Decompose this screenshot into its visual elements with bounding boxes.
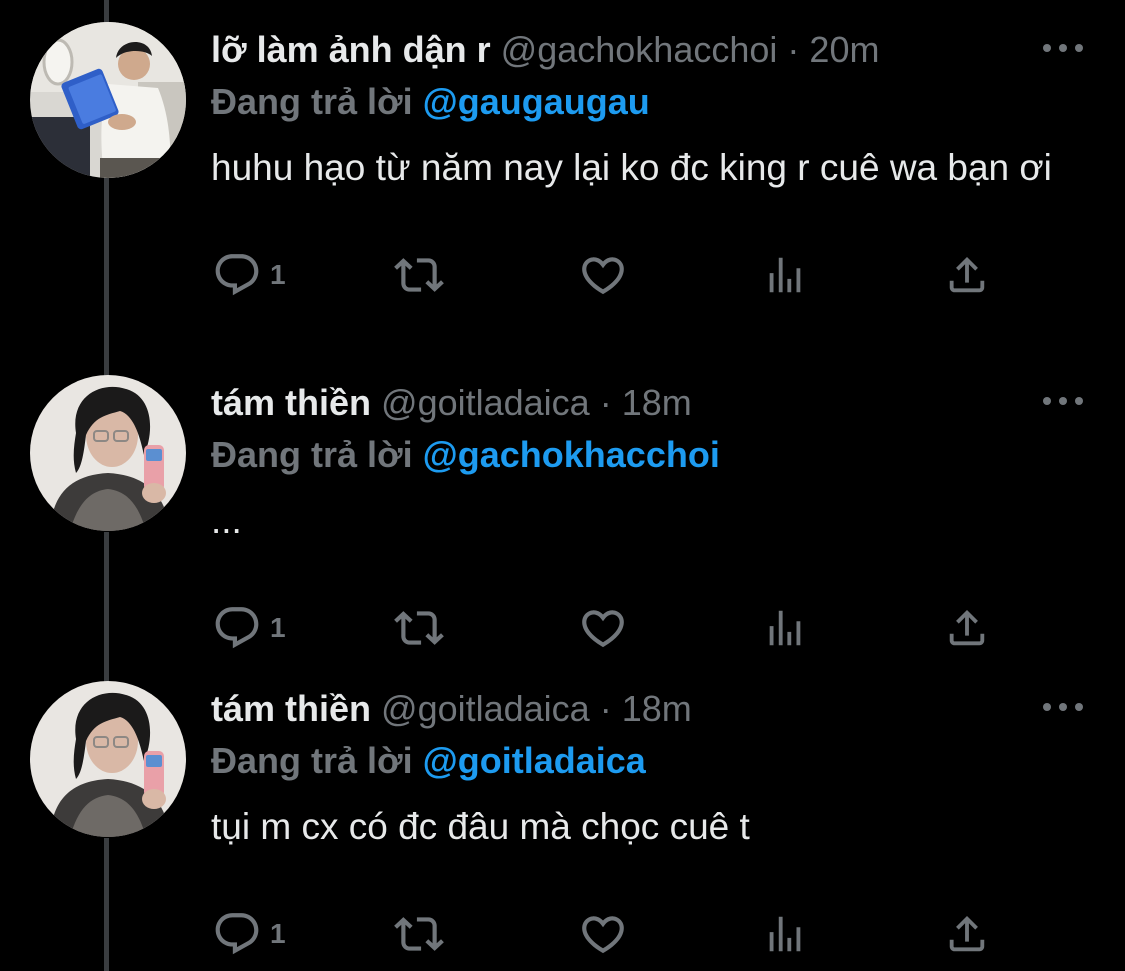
share-button[interactable]: [944, 909, 990, 959]
tweet-actions: 1: [0, 250, 1125, 300]
replying-to-user-link[interactable]: @gaugaugau: [423, 81, 650, 122]
share-icon: [949, 915, 985, 952]
analytics-button[interactable]: [762, 603, 808, 653]
share-icon: [949, 609, 985, 646]
retweet-button[interactable]: [390, 603, 448, 653]
timestamp[interactable]: 18m: [622, 382, 692, 423]
tweet-header: tám thiền @goitladaica · 18m: [211, 381, 1005, 425]
replying-to-user-link[interactable]: @goitladaica: [423, 740, 646, 781]
reply-button[interactable]: 1: [212, 250, 286, 300]
display-name[interactable]: tám thiền: [211, 382, 371, 423]
analytics-icon: [769, 916, 801, 952]
share-button[interactable]: [944, 603, 990, 653]
more-options-icon[interactable]: [1043, 38, 1083, 58]
retweet-button[interactable]: [390, 909, 448, 959]
analytics-icon: [769, 257, 801, 293]
tweet-2[interactable]: tám thiền @goitladaica · 18m Đang trả lờ…: [0, 353, 1125, 653]
retweet-icon: [394, 917, 444, 951]
avatar[interactable]: [30, 375, 186, 531]
tweet-1[interactable]: lỡ làm ảnh dận r @gachokhacchoi · 20m Đa…: [0, 0, 1125, 300]
separator: ·: [599, 382, 612, 423]
handle[interactable]: @gachokhacchoi: [501, 29, 778, 70]
tweet-header: lỡ làm ảnh dận r @gachokhacchoi · 20m: [211, 28, 1005, 72]
timestamp[interactable]: 18m: [622, 688, 692, 729]
avatar[interactable]: [30, 22, 186, 178]
analytics-button[interactable]: [762, 909, 808, 959]
like-icon: [582, 257, 624, 295]
display-name[interactable]: tám thiền: [211, 688, 371, 729]
reply-count: 1: [270, 918, 286, 949]
reply-icon: [215, 607, 259, 649]
replying-to-label: Đang trả lời: [211, 434, 413, 475]
analytics-icon: [769, 610, 801, 646]
retweet-icon: [394, 611, 444, 645]
retweet-button[interactable]: [390, 250, 448, 300]
reply-icon: [215, 254, 259, 296]
tweet-header: tám thiền @goitladaica · 18m: [211, 687, 1005, 731]
more-options-icon[interactable]: [1043, 697, 1083, 717]
reply-count: 1: [270, 259, 286, 290]
avatar-mirror-selfie-image: [30, 375, 186, 531]
retweet-icon: [394, 258, 444, 292]
share-button[interactable]: [944, 250, 990, 300]
tweet-text: ...: [211, 500, 242, 541]
tweet-3[interactable]: tám thiền @goitladaica · 18m Đang trả lờ…: [0, 659, 1125, 959]
share-icon: [949, 256, 985, 293]
replying-to-label: Đang trả lời: [211, 740, 413, 781]
like-icon: [582, 610, 624, 648]
separator: ·: [599, 688, 612, 729]
timestamp[interactable]: 20m: [809, 29, 879, 70]
avatar-mirror-selfie-image: [30, 681, 186, 837]
analytics-button[interactable]: [762, 250, 808, 300]
avatar[interactable]: [30, 681, 186, 837]
reply-button[interactable]: 1: [212, 603, 286, 653]
handle[interactable]: @goitladaica: [381, 688, 590, 729]
reply-icon: [215, 913, 259, 955]
replying-to-user-link[interactable]: @gachokhacchoi: [423, 434, 720, 475]
avatar-reading-on-plane-image: [30, 22, 186, 178]
reply-count: 1: [270, 612, 286, 643]
display-name[interactable]: lỡ làm ảnh dận r: [211, 29, 491, 70]
like-button[interactable]: [578, 250, 628, 300]
tweet-text: tụi m cx có đc đâu mà chọc cuê t: [211, 806, 750, 847]
separator: ·: [787, 29, 800, 70]
like-icon: [582, 916, 624, 954]
more-options-icon[interactable]: [1043, 391, 1083, 411]
like-button[interactable]: [578, 909, 628, 959]
tweet-actions: 1: [0, 603, 1125, 653]
tweet-text: huhu hạo từ năm nay lại ko đc king r cuê…: [211, 147, 1052, 188]
replying-to-label: Đang trả lời: [211, 81, 413, 122]
replying-to: Đang trả lời @gaugaugau: [211, 80, 650, 124]
handle[interactable]: @goitladaica: [381, 382, 590, 423]
replying-to: Đang trả lời @goitladaica: [211, 739, 646, 783]
replying-to: Đang trả lời @gachokhacchoi: [211, 433, 720, 477]
tweet-actions: 1: [0, 909, 1125, 959]
like-button[interactable]: [578, 603, 628, 653]
reply-button[interactable]: 1: [212, 909, 286, 959]
